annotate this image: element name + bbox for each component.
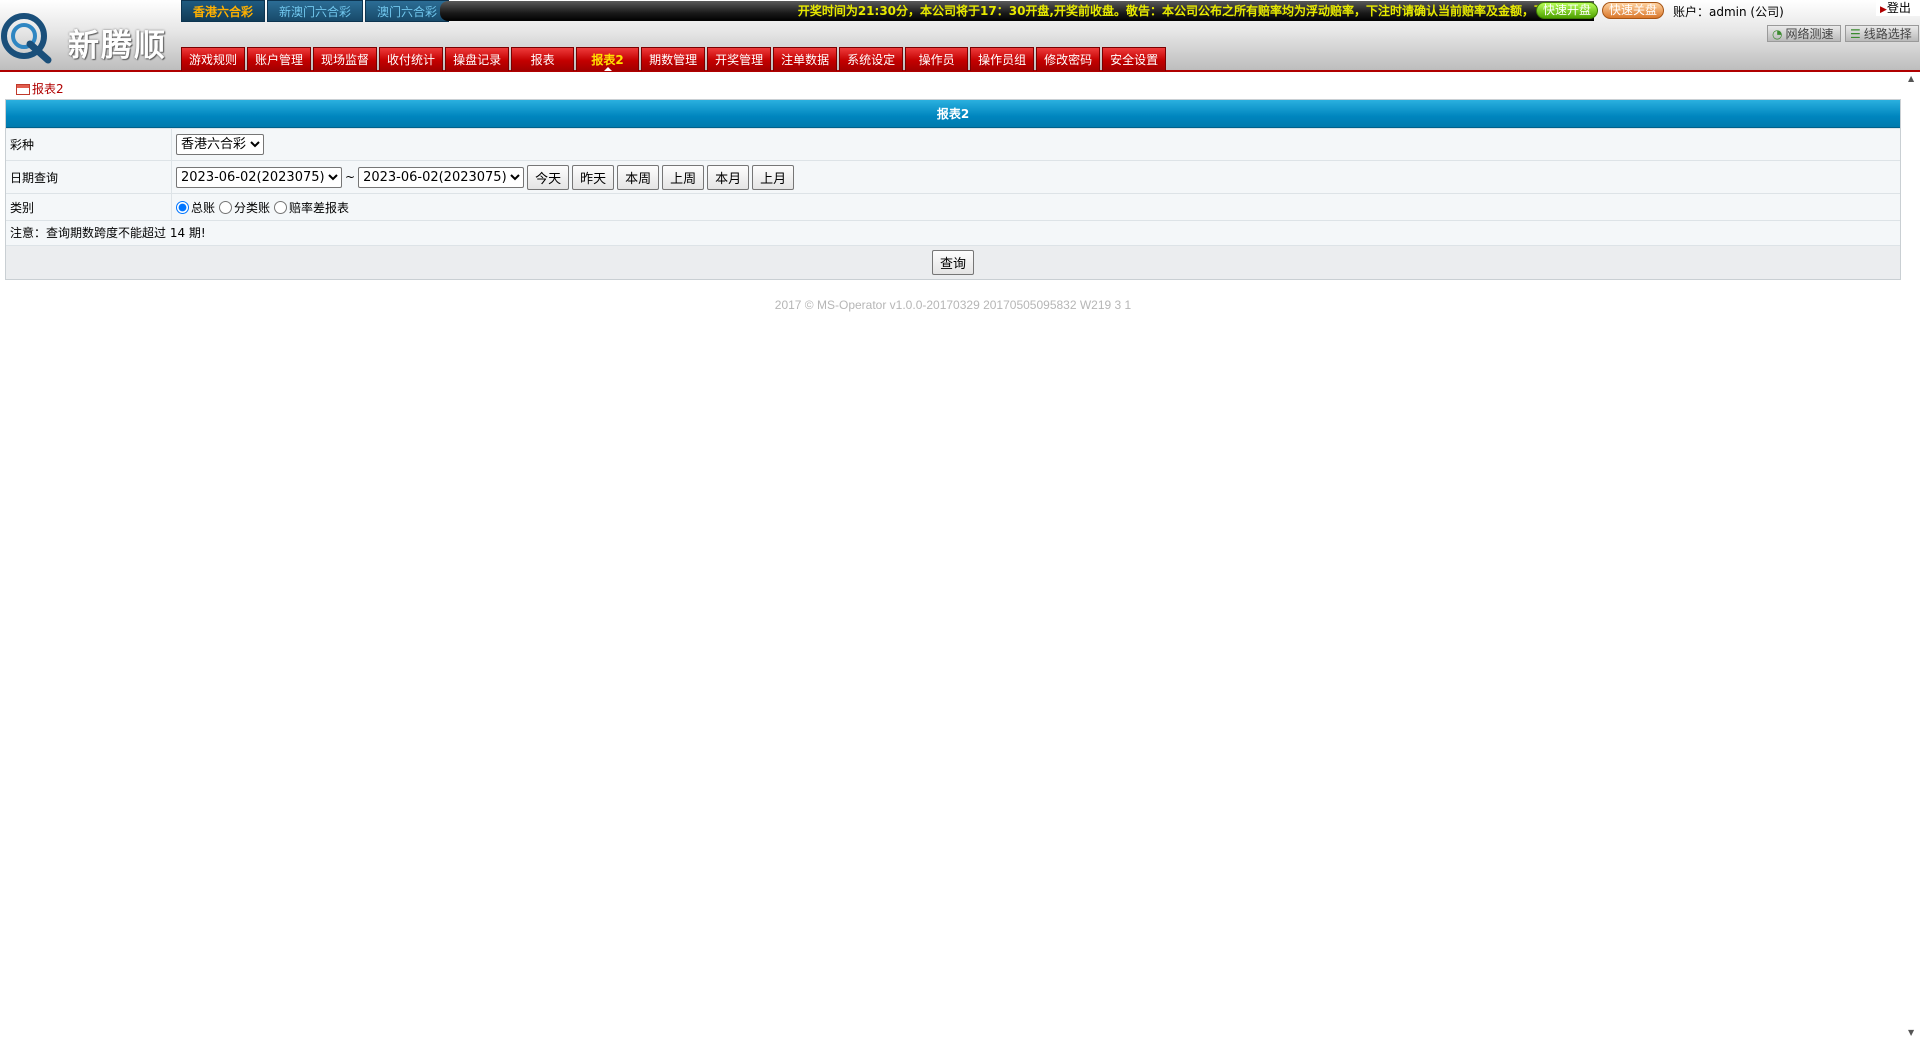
last-month-button[interactable]: 上月 xyxy=(752,164,795,190)
logout-arrow-icon: ▶ xyxy=(1880,5,1887,15)
lottery-tab-macau[interactable]: 澳门六合彩 xyxy=(365,0,450,22)
nav-system-settings[interactable]: 系统设定 xyxy=(839,47,904,71)
route-select-label: 线路选择 xyxy=(1863,27,1912,41)
date-to-select[interactable]: 2023-06-02(2023075) xyxy=(358,166,525,188)
account-info: 账户：admin (公司) xyxy=(1673,5,1784,19)
ticker-text: 开奖时间为21:30分，本公司将于17：30开盘,开奖前收盘。敬告：本公司公布之… xyxy=(797,4,1594,18)
date-from-select[interactable]: 2023-06-02(2023075) xyxy=(176,166,342,188)
category-label: 类别 xyxy=(6,194,172,220)
lottery-label: 彩种 xyxy=(6,129,172,160)
date-separator: ~ xyxy=(345,170,356,184)
nav-security-settings[interactable]: 安全设置 xyxy=(1102,47,1167,71)
logout-button[interactable]: ▶登出 xyxy=(1876,0,1920,16)
category-classified-option[interactable]: 分类账 xyxy=(219,199,270,216)
nav-operator-groups[interactable]: 操作员组 xyxy=(970,47,1035,71)
nav-live-monitor[interactable]: 现场监督 xyxy=(313,47,378,71)
category-total-radio[interactable] xyxy=(176,200,189,214)
main-nav: 游戏规则 账户管理 现场监督 收付统计 操盘记录 报表 报表2 期数管理 开奖管… xyxy=(181,47,1168,71)
quick-close-button[interactable]: 快速关盘 xyxy=(1602,2,1665,19)
nav-report-2[interactable]: 报表2 xyxy=(576,47,640,71)
logo: 新腾顺 xyxy=(0,6,175,66)
footer-version: 2017 © MS-Operator v1.0.0-20170329 20170… xyxy=(774,298,1132,312)
date-row: 日期查询 2023-06-02(2023075) ~ 2023-06-02(20… xyxy=(6,160,1900,193)
speed-test-button[interactable]: ◔ 网络测速 xyxy=(1767,25,1841,42)
panel-title: 报表2 xyxy=(6,100,1900,128)
nav-bet-data[interactable]: 注单数据 xyxy=(773,47,838,71)
nav-payment-stats[interactable]: 收付统计 xyxy=(379,47,444,71)
submit-row: 查询 xyxy=(6,245,1900,279)
category-odds-diff-radio[interactable] xyxy=(274,200,288,214)
breadcrumb-label: 报表2 xyxy=(32,82,64,96)
scroll-down-icon[interactable]: ▼ xyxy=(1908,1028,1914,1037)
brand-name: 新腾顺 xyxy=(68,28,167,64)
top-header: 新腾顺 香港六合彩 新澳门六合彩 澳门六合彩 开奖时间为21:30分，本公司将于… xyxy=(0,0,1920,72)
last-week-button[interactable]: 上周 xyxy=(662,164,705,190)
report-icon xyxy=(16,84,30,95)
quick-open-button[interactable]: 快速开盘 xyxy=(1536,2,1599,19)
this-week-button[interactable]: 本周 xyxy=(617,164,660,190)
vertical-scrollbar[interactable]: ▲ ▼ xyxy=(1904,72,1920,1039)
category-odds-diff-option[interactable]: 赔率差报表 xyxy=(274,199,349,216)
this-month-button[interactable]: 本月 xyxy=(707,164,750,190)
category-classified-label: 分类账 xyxy=(234,200,271,215)
category-odds-diff-label: 赔率差报表 xyxy=(289,200,350,215)
report-form-panel: 报表2 彩种 香港六合彩 日期查询 2023-06-02(2023075) ~ … xyxy=(5,99,1901,280)
query-button[interactable]: 查询 xyxy=(931,250,974,275)
announcement-ticker: 开奖时间为21:30分，本公司将于17：30开盘,开奖前收盘。敬告：本公司公布之… xyxy=(440,1,1594,21)
query-note: 注意：查询期数跨度不能超过 14 期! xyxy=(6,220,1900,245)
nav-account-management[interactable]: 账户管理 xyxy=(247,47,312,71)
category-row: 类别 总账 分类账 赔率差报表 xyxy=(6,193,1900,220)
yesterday-button[interactable]: 昨天 xyxy=(572,164,615,190)
nav-game-rules[interactable]: 游戏规则 xyxy=(181,47,246,71)
nav-operators[interactable]: 操作员 xyxy=(905,47,969,71)
q-logo-icon xyxy=(1,13,52,64)
nav-draw-management[interactable]: 开奖管理 xyxy=(707,47,772,71)
scroll-up-icon[interactable]: ▲ xyxy=(1908,74,1914,83)
lottery-row: 彩种 香港六合彩 xyxy=(6,128,1900,160)
logout-label: 登出 xyxy=(1886,1,1911,15)
lottery-tab-hk[interactable]: 香港六合彩 xyxy=(181,0,266,22)
gauge-icon: ◔ xyxy=(1772,27,1783,41)
today-button[interactable]: 今天 xyxy=(527,164,570,190)
nav-report[interactable]: 报表 xyxy=(511,47,575,71)
lottery-tab-new-macau[interactable]: 新澳门六合彩 xyxy=(267,0,364,22)
nav-change-password[interactable]: 修改密码 xyxy=(1036,47,1101,71)
lottery-tabs: 香港六合彩 新澳门六合彩 澳门六合彩 xyxy=(181,0,451,22)
category-total-label: 总账 xyxy=(191,200,216,215)
category-total-option[interactable]: 总账 xyxy=(176,199,215,216)
speed-test-label: 网络测速 xyxy=(1785,27,1834,41)
date-label: 日期查询 xyxy=(6,161,172,193)
nav-period-management[interactable]: 期数管理 xyxy=(641,47,706,71)
breadcrumb: 报表2 xyxy=(16,80,64,97)
nav-trading-log[interactable]: 操盘记录 xyxy=(445,47,510,71)
category-classified-radio[interactable] xyxy=(219,200,233,214)
list-icon: ☰ xyxy=(1850,27,1861,41)
route-select-button[interactable]: ☰ 线路选择 xyxy=(1845,25,1919,42)
lottery-select[interactable]: 香港六合彩 xyxy=(176,134,264,155)
